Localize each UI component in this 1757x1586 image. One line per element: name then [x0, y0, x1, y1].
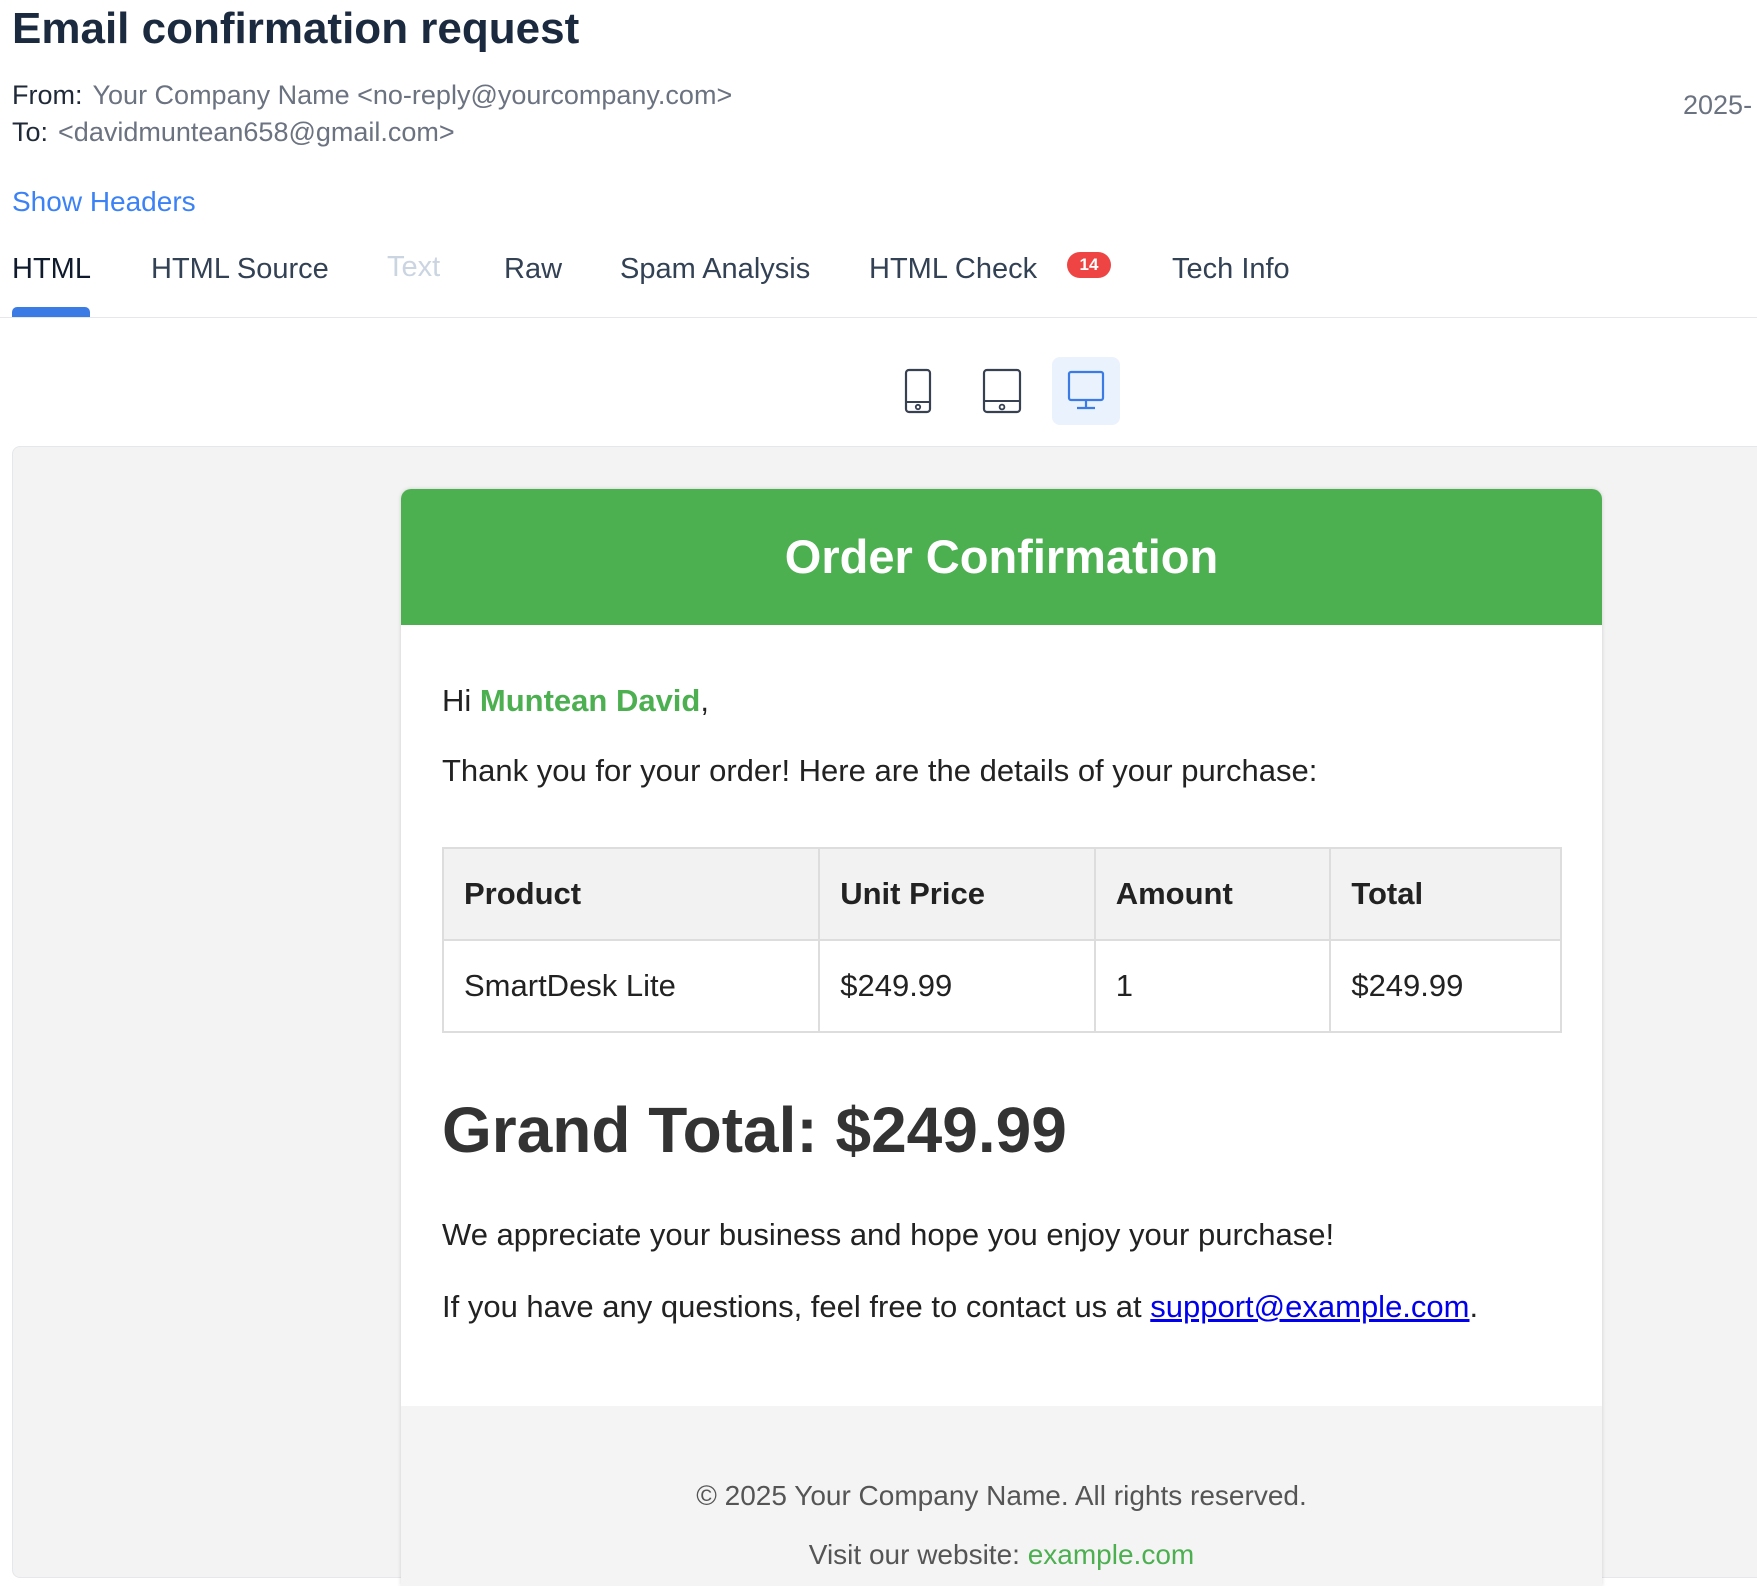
tab-html-source[interactable]: HTML Source: [151, 253, 329, 286]
column-header: Product: [441, 847, 821, 941]
tab-raw[interactable]: Raw: [504, 253, 562, 286]
column-header: Amount: [1093, 847, 1332, 941]
tablet-view-button[interactable]: [968, 357, 1036, 425]
tab-html-check[interactable]: HTML Check: [869, 253, 1037, 286]
desktop-icon: [1067, 370, 1105, 410]
amount-cell: 1: [1093, 939, 1332, 1033]
appreciation-text: We appreciate your business and hope you…: [442, 1217, 1335, 1252]
mobile-view-button[interactable]: [884, 357, 952, 425]
email-content: Order Confirmation Hi Muntean David, Tha…: [401, 489, 1602, 1586]
email-footer: © 2025 Your Company Name. All rights res…: [401, 1406, 1602, 1586]
view-tabs: HTML HTML Source Text Raw Spam Analysis …: [0, 245, 1757, 318]
order-table: Product Unit Price Amount Total SmartDes…: [441, 847, 1562, 1033]
product-cell: SmartDesk Lite: [441, 939, 821, 1033]
page-title: Email confirmation request: [12, 4, 580, 53]
show-headers-link[interactable]: Show Headers: [12, 186, 196, 218]
email-date: 2025-: [1683, 90, 1753, 120]
active-tab-indicator: [12, 307, 90, 317]
to-value: <davidmuntean658@gmail.com>: [58, 117, 455, 147]
greeting-suffix: ,: [700, 683, 709, 718]
customer-name: Muntean David: [479, 683, 701, 718]
column-header: Total: [1329, 847, 1562, 941]
grand-total: Grand Total: $249.99: [442, 1094, 1067, 1166]
from-row: From: Your Company Name <no-reply@yourcom…: [12, 80, 732, 111]
contact-text: If you have any questions, feel free to …: [442, 1289, 1478, 1325]
column-header: Unit Price: [818, 847, 1096, 941]
footer-website: Visit our website: example.com: [401, 1539, 1602, 1571]
table-header-row: Product Unit Price Amount Total: [441, 847, 1562, 941]
tab-text[interactable]: Text: [387, 251, 440, 284]
from-label: From:: [12, 80, 83, 110]
tablet-icon: [982, 368, 1022, 414]
support-email-link[interactable]: support@example.com: [1150, 1289, 1469, 1324]
greeting-prefix: Hi: [442, 683, 480, 718]
footer-copyright: © 2025 Your Company Name. All rights res…: [696, 1480, 1307, 1511]
from-value: Your Company Name <no-reply@yourcompany.…: [92, 80, 733, 110]
footer-visit-label: Visit our website:: [808, 1539, 1028, 1570]
tab-tech-info[interactable]: Tech Info: [1172, 253, 1290, 286]
tab-html[interactable]: HTML: [12, 253, 91, 286]
contact-prefix: If you have any questions, feel free to …: [442, 1289, 1151, 1324]
intro-text: Thank you for your order! Here are the d…: [442, 753, 1318, 788]
greeting: Hi Muntean David,: [442, 683, 709, 719]
table-row: SmartDesk Lite $249.99 1 $249.99: [441, 939, 1562, 1033]
contact-suffix: .: [1469, 1289, 1479, 1324]
unit-price-cell: $249.99: [818, 939, 1096, 1033]
to-label: To:: [12, 117, 49, 147]
order-confirmation-header: Order Confirmation: [401, 489, 1602, 625]
tab-spam-analysis[interactable]: Spam Analysis: [620, 253, 810, 286]
mobile-icon: [904, 368, 932, 414]
to-row: To: <davidmuntean658@gmail.com>: [12, 117, 455, 148]
total-cell: $249.99: [1329, 939, 1562, 1033]
website-link[interactable]: example.com: [1028, 1539, 1195, 1570]
desktop-view-button[interactable]: [1052, 357, 1120, 425]
html-check-count-badge: 14: [1067, 252, 1111, 278]
